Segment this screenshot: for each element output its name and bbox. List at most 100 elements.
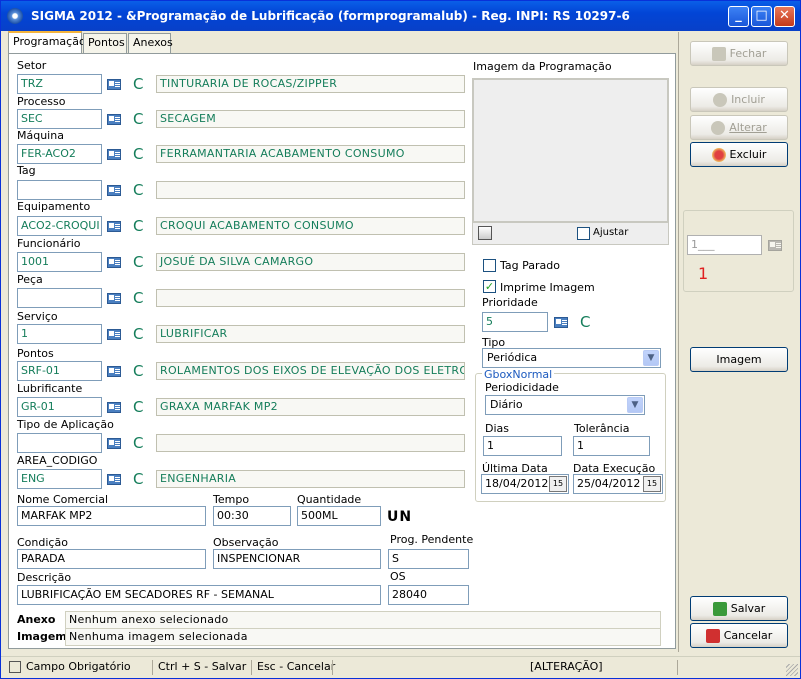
setor-description: TINTURARIA DE ROCAS/ZIPPER xyxy=(156,75,465,93)
tipo-aplicacao-description xyxy=(156,434,465,452)
fechar-button[interactable]: Fechar xyxy=(690,41,788,66)
processo-code-input[interactable]: SEC xyxy=(17,109,102,129)
maquina-code-input[interactable]: FER-ACO2 xyxy=(17,144,102,164)
dias-input[interactable]: 1 xyxy=(483,436,562,456)
lubrificante-lookup-icon[interactable] xyxy=(106,400,124,414)
funcionario-lookup-icon[interactable] xyxy=(106,255,124,269)
equipamento-code-input[interactable]: ACO2-CROQUI xyxy=(17,216,102,236)
pontos-code-input[interactable]: SRF-01 xyxy=(17,361,102,381)
data-execucao-input[interactable]: 25/04/2012 15 xyxy=(573,474,663,494)
tab-programacao[interactable]: Programação xyxy=(8,31,86,53)
required-field-swatch xyxy=(9,661,21,673)
area-codigo-clear-icon[interactable]: C xyxy=(133,470,143,488)
tipo-select[interactable]: Periódica ▼ xyxy=(482,348,661,368)
record-field[interactable]: 1___ xyxy=(687,235,762,255)
lubrificante-code-input[interactable]: GR-01 xyxy=(17,397,102,417)
pontos-clear-icon[interactable]: C xyxy=(133,362,143,380)
chevron-down-icon: ▼ xyxy=(643,350,659,366)
cancelar-label: Cancelar xyxy=(723,629,773,642)
servico-clear-icon[interactable]: C xyxy=(133,325,143,343)
maquina-lookup-icon[interactable] xyxy=(106,147,124,161)
peca-clear-icon[interactable]: C xyxy=(133,289,143,307)
quantidade-label: Quantidade xyxy=(297,493,362,506)
maximize-button[interactable]: □ xyxy=(751,6,772,27)
ajustar-checkbox[interactable] xyxy=(577,227,590,240)
imprime-imagem-checkbox[interactable]: ✓ xyxy=(483,280,496,293)
ultima-data-input[interactable]: 18/04/2012 15 xyxy=(481,474,569,494)
title-bar: SIGMA 2012 - &Programação de Lubrificaçã… xyxy=(1,1,800,31)
excluir-button[interactable]: Excluir xyxy=(690,142,788,167)
funcionario-clear-icon[interactable]: C xyxy=(133,253,143,271)
descricao-input[interactable]: LUBRIFICAÇÃO EM SECADORES RF - SEMANAL xyxy=(17,585,381,605)
tag-code-input[interactable] xyxy=(17,180,102,200)
tab-anexos[interactable]: Anexos xyxy=(128,33,173,53)
tolerancia-label: Tolerância xyxy=(574,422,630,435)
tempo-label: Tempo xyxy=(213,493,250,506)
os-input[interactable]: 28040 xyxy=(388,585,469,605)
tag-parado-checkbox[interactable] xyxy=(483,259,496,272)
pontos-label: Pontos xyxy=(17,347,54,360)
observacao-input[interactable]: INSPENCIONAR xyxy=(213,549,381,569)
prioridade-clear-icon[interactable]: C xyxy=(580,313,590,331)
tipo-aplicacao-clear-icon[interactable]: C xyxy=(133,434,143,452)
tipo-aplicacao-code-input[interactable] xyxy=(17,433,102,453)
image-preview xyxy=(472,78,669,223)
status-campo-obrigatorio: Campo Obrigatório xyxy=(26,660,131,673)
equipamento-clear-icon[interactable]: C xyxy=(133,217,143,235)
maquina-clear-icon[interactable]: C xyxy=(133,145,143,163)
quantidade-input[interactable]: 500ML xyxy=(297,506,381,526)
area-codigo-description: ENGENHARIA xyxy=(156,470,465,488)
form-panel: Setor TRZ C TINTURARIA DE ROCAS/ZIPPER P… xyxy=(8,53,676,649)
prog-pendente-label: Prog. Pendente xyxy=(390,533,474,546)
minimize-button[interactable]: _ xyxy=(728,6,749,27)
status-separator xyxy=(251,660,252,675)
tab-pontos[interactable]: Pontos xyxy=(83,33,127,53)
nome-comercial-input[interactable]: MARFAK MP2 xyxy=(17,506,206,526)
imagem-button[interactable]: Imagem xyxy=(690,347,788,372)
save-check-icon xyxy=(712,602,727,616)
incluir-button[interactable]: Incluir xyxy=(690,87,788,112)
area-codigo-lookup-icon[interactable] xyxy=(106,472,124,486)
tolerancia-input[interactable]: 1 xyxy=(573,436,650,456)
setor-code-input[interactable]: TRZ xyxy=(17,74,102,94)
image-load-icon[interactable] xyxy=(478,226,492,240)
salvar-button[interactable]: Salvar xyxy=(690,596,788,621)
ultima-data-value: 18/04/2012 xyxy=(485,477,549,490)
equipamento-lookup-icon[interactable] xyxy=(106,219,124,233)
calendar-icon[interactable]: 15 xyxy=(549,476,567,492)
anexo-value: Nenhum anexo selecionado xyxy=(65,611,661,629)
condicao-input[interactable]: PARADA xyxy=(17,549,206,569)
peca-code-input[interactable] xyxy=(17,288,102,308)
alterar-button[interactable]: Alterar xyxy=(690,115,788,140)
servico-lookup-icon[interactable] xyxy=(106,327,124,341)
processo-clear-icon[interactable]: C xyxy=(133,110,143,128)
lubrificante-clear-icon[interactable]: C xyxy=(133,398,143,416)
funcionario-description: JOSUÉ DA SILVA CAMARGO xyxy=(156,253,465,271)
tag-lookup-icon[interactable] xyxy=(106,183,124,197)
setor-lookup-icon[interactable] xyxy=(106,77,124,91)
cancelar-button[interactable]: Cancelar xyxy=(690,623,788,648)
imagem-info-label: Imagem xyxy=(17,630,67,643)
prioridade-input[interactable]: 5 xyxy=(482,312,548,332)
processo-lookup-icon[interactable] xyxy=(106,112,124,126)
peca-lookup-icon[interactable] xyxy=(106,291,124,305)
calendar-icon[interactable]: 15 xyxy=(643,476,661,492)
prog-pendente-input[interactable]: S xyxy=(388,549,469,569)
prioridade-lookup-icon[interactable] xyxy=(553,315,571,329)
setor-label: Setor xyxy=(17,59,47,72)
area-codigo-code-input[interactable]: ENG xyxy=(17,469,102,489)
servico-label: Serviço xyxy=(17,310,58,323)
servico-code-input[interactable]: 1 xyxy=(17,324,102,344)
close-button[interactable]: ✕ xyxy=(774,6,795,27)
funcionario-code-input[interactable]: 1001 xyxy=(17,252,102,272)
status-mode: [ALTERAÇÃO] xyxy=(530,660,603,673)
setor-clear-icon[interactable]: C xyxy=(133,75,143,93)
tag-clear-icon[interactable]: C xyxy=(133,181,143,199)
record-lookup-icon[interactable] xyxy=(767,238,785,252)
pontos-lookup-icon[interactable] xyxy=(106,364,124,378)
periodicidade-select[interactable]: Diário ▼ xyxy=(485,395,645,415)
tempo-input[interactable]: 00:30 xyxy=(213,506,291,526)
resize-grip-icon[interactable] xyxy=(786,664,798,676)
status-bar: Campo Obrigatório Ctrl + S - Salvar Esc … xyxy=(1,656,800,678)
tipo-aplicacao-lookup-icon[interactable] xyxy=(106,436,124,450)
